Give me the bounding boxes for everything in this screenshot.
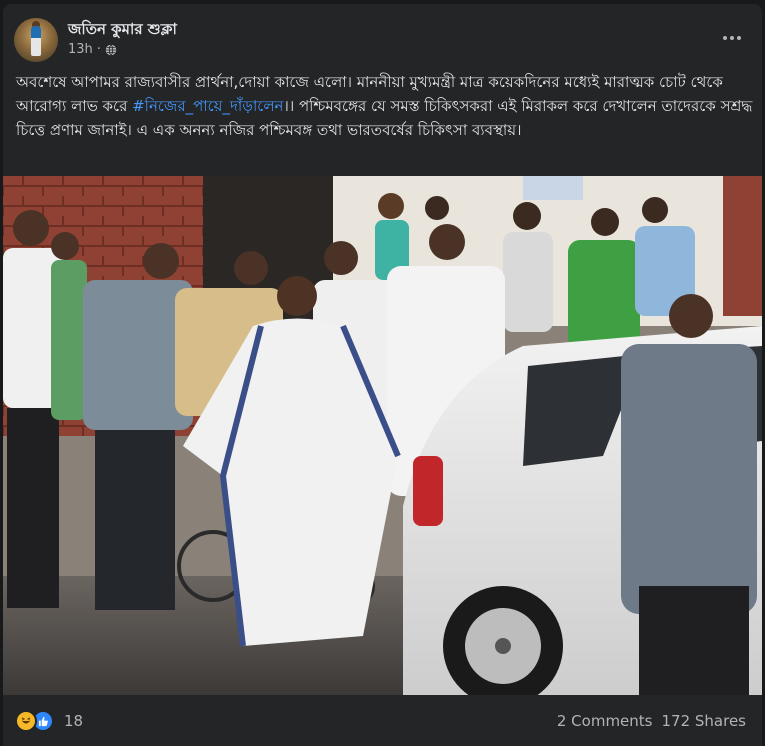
dot-icon (730, 36, 734, 40)
author-name[interactable]: জতিন কুমার শুক্লা (68, 18, 177, 43)
engagement-stats: 2 Comments 172 Shares (557, 712, 746, 730)
post-meta: 13h · (68, 42, 117, 57)
post-footer: 18 2 Comments 172 Shares (3, 695, 762, 746)
author-avatar[interactable] (14, 18, 58, 62)
shares-link[interactable]: 172 Shares (662, 712, 747, 730)
photo-illustration (3, 176, 762, 695)
post-header: জতিন কুমার শুক্লা 13h · (3, 4, 762, 66)
post-text: অবশেষে আপামর রাজ্যবাসীর প্রার্থনা,দোয়া … (16, 70, 756, 142)
avatar-figure (31, 26, 41, 56)
post-time[interactable]: 13h (68, 42, 93, 57)
globe-icon[interactable] (105, 43, 117, 56)
reactions-summary[interactable]: 18 (15, 710, 83, 732)
haha-reaction-icon (15, 710, 37, 732)
dot-icon (723, 36, 727, 40)
hashtag-link[interactable]: #নিজের_পায়ে_দাঁড়ালেন (132, 97, 283, 115)
dot-icon (737, 36, 741, 40)
more-options-icon[interactable] (718, 24, 746, 52)
meta-separator: · (96, 42, 101, 57)
comments-link[interactable]: 2 Comments (557, 712, 653, 730)
post-photo[interactable] (3, 176, 762, 695)
facebook-post: জতিন কুমার শুক্লা 13h · অবশেষে আপামর রাজ… (3, 4, 762, 746)
reaction-count: 18 (64, 712, 84, 730)
